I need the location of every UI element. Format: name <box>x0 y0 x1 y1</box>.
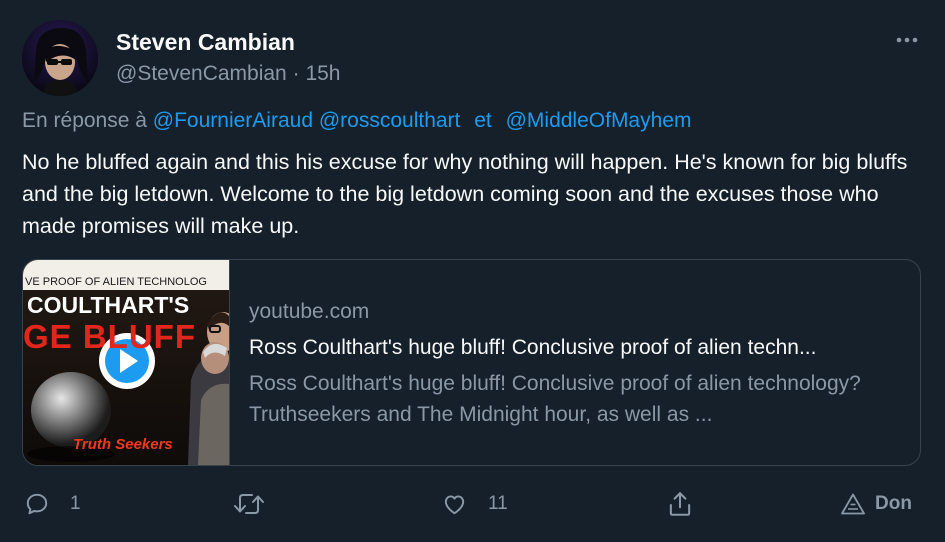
card-description: Ross Coulthart's huge bluff! Conclusive … <box>249 372 861 426</box>
action-bar: 1 11 Don <box>0 486 945 522</box>
donate-icon <box>841 493 865 515</box>
reply-icon <box>26 493 48 515</box>
like-button[interactable]: 11 <box>441 486 508 522</box>
thumbnail-logo: Truth Seekers <box>73 436 173 453</box>
mention-link[interactable]: @FournierAiraud <box>153 109 313 132</box>
display-name[interactable]: Steven Cambian <box>116 28 340 56</box>
reply-context: En réponse à @FournierAiraud @rosscoulth… <box>22 106 691 136</box>
card-info[interactable]: youtube.com Ross Coulthart's huge bluff!… <box>249 298 909 430</box>
reply-count: 1 <box>70 493 81 514</box>
timestamp[interactable]: 15h <box>305 62 340 85</box>
tweet-text: No he bluffed again and this his excuse … <box>22 150 908 238</box>
reply-button[interactable]: 1 <box>24 486 81 522</box>
heart-icon <box>444 495 465 515</box>
mention-link[interactable]: @MiddleOfMayhem <box>506 109 692 132</box>
donate-button[interactable]: Don <box>840 486 912 522</box>
mention-link[interactable]: @rosscoulthart <box>319 109 461 132</box>
card-thumbnail[interactable]: VE PROOF OF ALIEN TECHNOLOG COULTHART'S … <box>23 260 230 465</box>
link-card[interactable]: VE PROOF OF ALIEN TECHNOLOG COULTHART'S … <box>22 259 921 466</box>
donate-label: Don <box>875 493 912 514</box>
avatar[interactable] <box>22 20 98 96</box>
handle-line: @StevenCambian · 15h <box>116 60 340 88</box>
card-title: Ross Coulthart's huge bluff! Conclusive … <box>249 336 817 359</box>
thumbnail-line-2: COULTHART'S <box>27 292 190 318</box>
reply-prefix: En réponse à <box>22 109 147 132</box>
handle[interactable]: @StevenCambian <box>116 62 287 85</box>
more-button[interactable] <box>895 28 919 52</box>
more-horizontal-icon <box>896 37 918 43</box>
share-button[interactable] <box>667 486 693 522</box>
reply-conjunction: et <box>474 109 492 132</box>
thumbnail-line-3: GE BLUFF <box>23 318 196 355</box>
card-domain: youtube.com <box>249 300 370 323</box>
share-icon <box>669 492 691 516</box>
retweet-button[interactable] <box>232 486 286 522</box>
tweet: Steven Cambian @StevenCambian · 15h En r… <box>0 0 945 542</box>
separator: · <box>292 62 300 85</box>
thumbnail-image <box>23 260 229 465</box>
thumbnail-line-1: VE PROOF OF ALIEN TECHNOLOG <box>25 276 207 288</box>
avatar-image <box>22 20 98 96</box>
tweet-header: Steven Cambian @StevenCambian · 15h <box>116 28 340 88</box>
like-count: 11 <box>488 493 508 514</box>
retweet-icon <box>234 494 264 514</box>
